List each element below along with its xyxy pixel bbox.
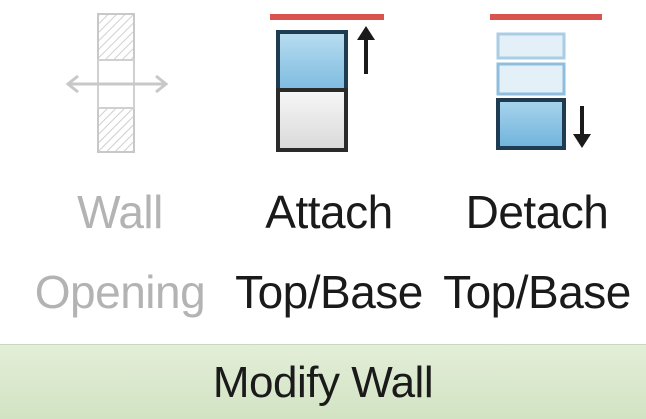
attach-label-line1: Attach xyxy=(265,186,393,238)
wall-opening-button[interactable]: Wall Opening xyxy=(20,0,220,340)
roof-line xyxy=(270,14,384,20)
attach-top-base-button[interactable]: Attach Top/Base xyxy=(226,0,432,340)
wall-opening-label-line1: Wall xyxy=(77,186,163,238)
attach-label-line2: Top/Base xyxy=(235,266,423,318)
roof-line xyxy=(490,14,602,20)
detach-top-base-icon xyxy=(490,14,602,150)
modify-wall-panel: Wall Opening Attach Top/Base Detach Top/… xyxy=(0,0,646,419)
detach-label-line1: Detach xyxy=(465,186,609,238)
attach-top-base-icon xyxy=(270,14,384,152)
wall-opening-label-line2: Opening xyxy=(34,266,206,318)
wall-opening-icon xyxy=(65,13,169,153)
detach-top-base-button[interactable]: Detach Top/Base xyxy=(428,0,646,340)
panel-title: Modify Wall xyxy=(212,358,434,407)
panel-title-bar[interactable]: Modify Wall xyxy=(0,344,646,419)
detach-label-line2: Top/Base xyxy=(443,266,631,318)
